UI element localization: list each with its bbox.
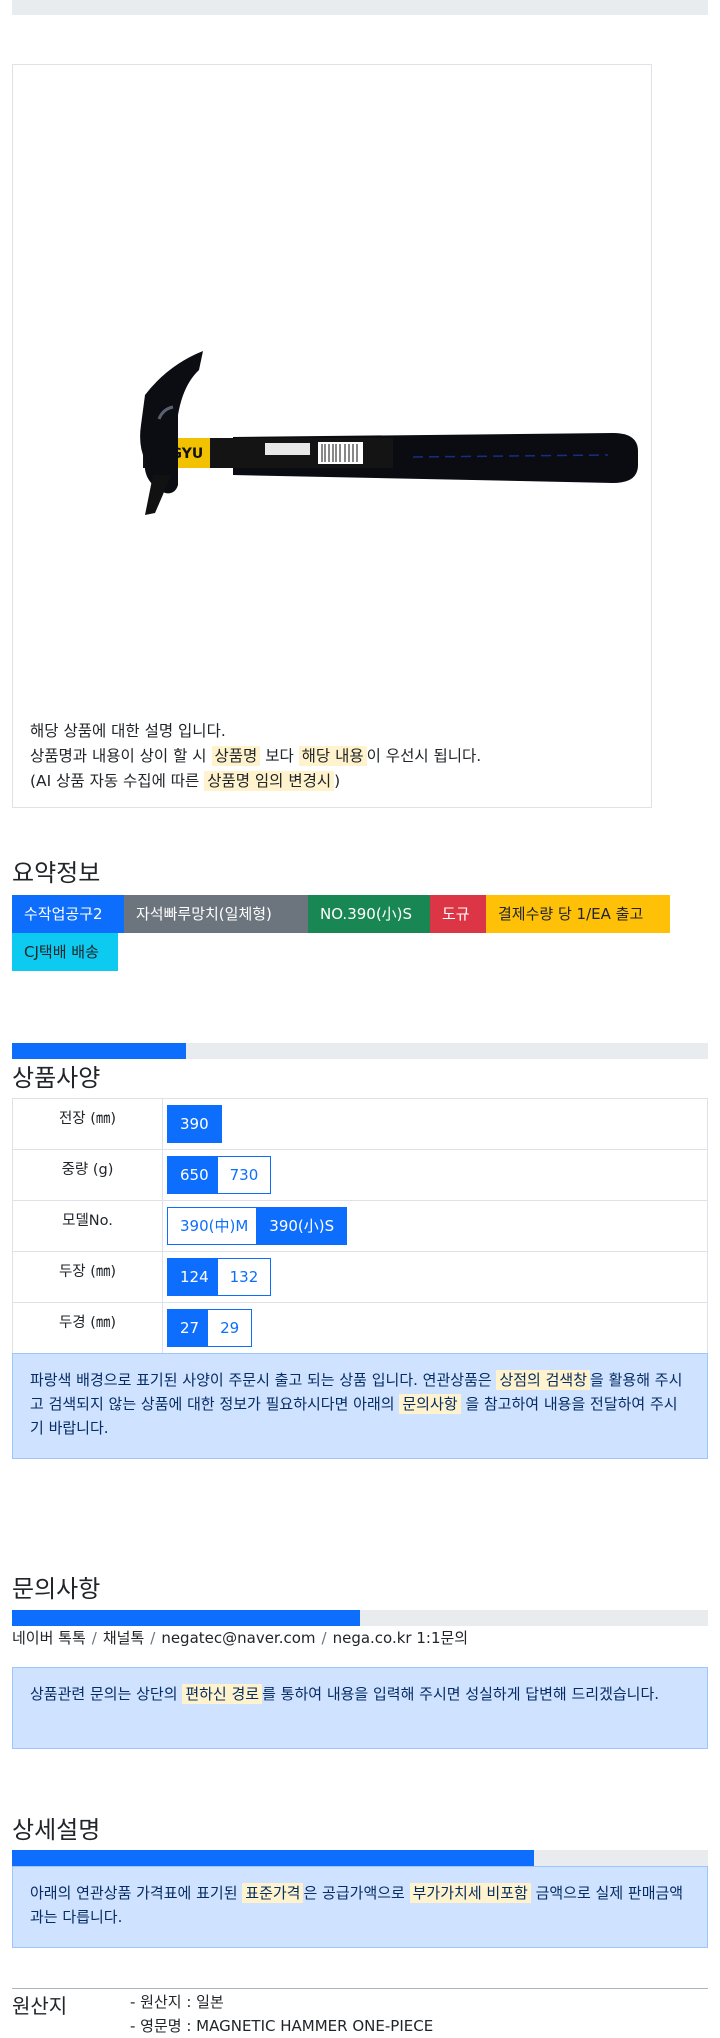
spec-values: 390(中)M 390(小)S bbox=[162, 1200, 708, 1252]
origin-label: 원산지 bbox=[12, 1994, 68, 2018]
highlight-vat-excluded: 부가가치세 비포함 bbox=[409, 1883, 531, 1903]
highlight-product-name: 상품명 bbox=[211, 746, 261, 766]
highlight-standard-price: 표준가격 bbox=[242, 1883, 304, 1903]
specs-notice: 파랑색 배경으로 표기된 사양이 주문시 출고 되는 상품 입니다. 연관상품은… bbox=[12, 1353, 708, 1459]
spec-option[interactable]: 132 bbox=[216, 1258, 272, 1296]
top-bar bbox=[12, 0, 708, 15]
spec-option[interactable]: 390(中)M bbox=[167, 1207, 262, 1245]
badge-model: NO.390(小)S bbox=[308, 895, 430, 933]
contact-channels: 네이버 톡톡 / 채널톡 / negatec@naver.com / nega.co.kr … bbox=[12, 1629, 469, 1647]
highlight-name-change: 상품명 임의 변경시 bbox=[204, 771, 335, 791]
contact-channel-talk[interactable]: 채널톡 bbox=[103, 1629, 144, 1647]
spec-option[interactable]: 390 bbox=[167, 1105, 222, 1143]
badge-brand: 도규 bbox=[430, 895, 486, 933]
inquiry-progress-fill bbox=[12, 1610, 360, 1626]
product-description: 해당 상품에 대한 설명 입니다. 상품명과 내용이 상이 할 시 상품명 보다… bbox=[30, 719, 481, 794]
detail-progress-bar bbox=[12, 1850, 708, 1866]
specs-table: 전장 (㎜) 390 중량 (g) 650 730 모델No. 390(中)M 39… bbox=[12, 1098, 708, 1354]
spec-row-weight: 중량 (g) 650 730 bbox=[12, 1149, 708, 1201]
product-image-hammer: DOGYU bbox=[140, 351, 638, 515]
contact-site-inquiry[interactable]: nega.co.kr 1:1문의 bbox=[333, 1629, 469, 1647]
detail-progress-fill bbox=[12, 1850, 534, 1866]
highlight-search-box: 상점의 검색창 bbox=[496, 1370, 591, 1390]
origin-items: - 원산지 : 일본 - 영문명 : MAGNETIC HAMMER ONE-P… bbox=[130, 1990, 433, 2038]
spec-option[interactable]: 29 bbox=[207, 1309, 253, 1347]
spec-option[interactable]: 730 bbox=[216, 1156, 272, 1194]
description-line-1: 해당 상품에 대한 설명 입니다. bbox=[30, 722, 226, 740]
highlight-inquiry: 문의사항 bbox=[399, 1394, 461, 1414]
badge-courier: CJ택배 배송 bbox=[12, 933, 118, 971]
specs-progress-fill bbox=[12, 1043, 186, 1059]
spec-option[interactable]: 650 bbox=[167, 1156, 222, 1194]
badge-shipping-qty: 결제수량 당 1/EA 출고 bbox=[486, 895, 670, 933]
badge-category: 수작업공구2 bbox=[12, 895, 124, 933]
detail-notice: 아래의 연관상품 가격표에 표기된 표준가격 은 공급가액으로 부가가치세 비포함… bbox=[12, 1866, 708, 1948]
contact-naver-talk[interactable]: 네이버 톡톡 bbox=[12, 1629, 86, 1647]
spec-option[interactable]: 390(小)S bbox=[256, 1207, 348, 1245]
spec-row-head-length: 두장 (㎜) 124 132 bbox=[12, 1251, 708, 1303]
spec-row-head-diameter: 두경 (㎜) 27 29 bbox=[12, 1302, 708, 1354]
origin-item: - 영문명 : MAGNETIC HAMMER ONE-PIECE bbox=[130, 2017, 434, 2035]
specs-progress-bar bbox=[12, 1043, 708, 1059]
inquiry-notice: 상품관련 문의는 상단의 편하신 경로 를 통하여 내용을 입력해 주시면 성실하… bbox=[12, 1667, 708, 1749]
detail-title: 상세설명 bbox=[12, 1816, 101, 1844]
inquiry-progress-bar bbox=[12, 1610, 708, 1626]
spec-label: 전장 (㎜) bbox=[12, 1098, 163, 1150]
spec-label: 중량 (g) bbox=[12, 1149, 163, 1201]
spec-values: 650 730 bbox=[162, 1149, 708, 1201]
spec-label: 두경 (㎜) bbox=[12, 1302, 163, 1354]
spec-label: 두장 (㎜) bbox=[12, 1251, 163, 1303]
summary-title: 요약정보 bbox=[12, 859, 101, 887]
product-image-card: DOGYU 해당 상품에 대한 설명 입니다. 상품명과 내용이 상이 할 시 … bbox=[12, 64, 652, 808]
spec-row-model: 모델No. 390(中)M 390(小)S bbox=[12, 1200, 708, 1252]
description-line-3: (AI 상품 자동 수집에 따른 상품명 임의 변경시) bbox=[30, 771, 341, 791]
badge-product-type: 자석빠루망치(일체형) bbox=[124, 895, 308, 933]
specs-title: 상품사양 bbox=[12, 1064, 101, 1092]
spec-values: 390 bbox=[162, 1098, 708, 1150]
origin-divider bbox=[12, 1988, 708, 1989]
contact-email[interactable]: negatec@naver.com bbox=[161, 1629, 315, 1647]
spec-row-length: 전장 (㎜) 390 bbox=[12, 1098, 708, 1150]
spec-values: 124 132 bbox=[162, 1251, 708, 1303]
spec-option[interactable]: 124 bbox=[167, 1258, 222, 1296]
highlight-convenient-route: 편하신 경로 bbox=[182, 1684, 263, 1704]
origin-item: - 원산지 : 일본 bbox=[130, 1993, 224, 2011]
inquiry-title: 문의사항 bbox=[12, 1575, 101, 1603]
spec-label: 모델No. bbox=[12, 1200, 163, 1252]
description-line-2: 상품명과 내용이 상이 할 시 상품명 보다 해당 내용 이 우선시 됩니다. bbox=[30, 746, 482, 766]
highlight-content: 해당 내용 bbox=[298, 746, 367, 766]
spec-values: 27 29 bbox=[162, 1302, 708, 1354]
spec-option[interactable]: 27 bbox=[167, 1309, 213, 1347]
